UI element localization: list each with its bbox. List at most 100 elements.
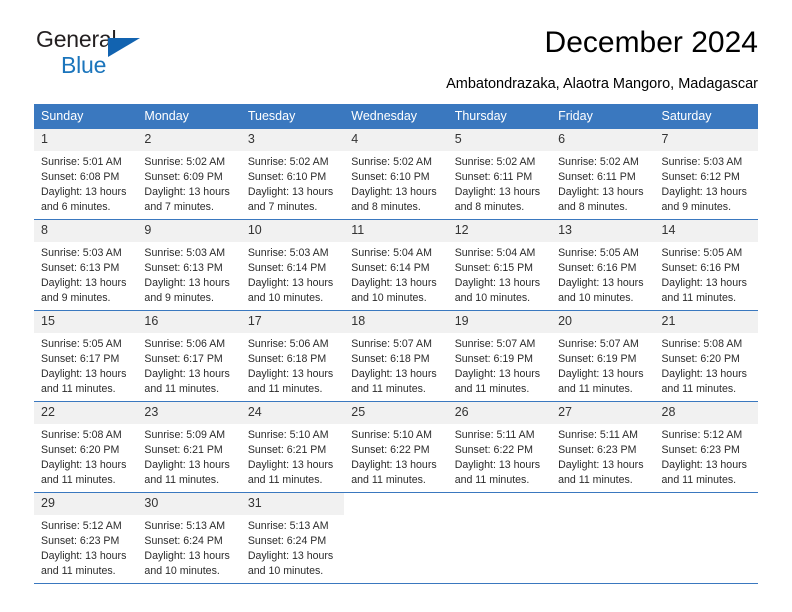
- day-number: 17: [240, 311, 345, 333]
- calendar-week-row: 8 Sunrise: 5:03 AM Sunset: 6:13 PM Daylight…: [34, 219, 758, 311]
- daylight-text-line1: Daylight: 13 hours: [144, 368, 230, 381]
- daylight-text-line1: Daylight: 13 hours: [558, 186, 644, 199]
- sunrise-text: Sunrise: 5:03 AM: [247, 247, 329, 259]
- calendar-cell-empty: [447, 492, 552, 584]
- weekday-header-thursday: Thursday: [447, 104, 552, 129]
- daylight-text-line1: Daylight: 13 hours: [558, 368, 644, 381]
- day-details: Sunrise: 5:06 AM Sunset: 6:18 PM Daylight:…: [241, 333, 344, 397]
- daylight-text-line2: and 11 minutes.: [144, 383, 220, 396]
- day-number: 19: [447, 311, 552, 333]
- day-details: Sunrise: 5:05 AM Sunset: 6:16 PM Daylight:…: [655, 242, 758, 306]
- day-cell-content[interactable]: 20 Sunrise: 5:07 AM Sunset: 6:19 PM Dayligh…: [551, 311, 655, 401]
- day-cell-content[interactable]: 4 Sunrise: 5:02 AM Sunset: 6:10 PM Daylight…: [344, 129, 448, 219]
- sunset-text: Sunset: 6:09 PM: [144, 171, 223, 184]
- daylight-text-line2: and 10 minutes.: [558, 292, 634, 305]
- day-cell-content[interactable]: 21 Sunrise: 5:08 AM Sunset: 6:20 PM Dayligh…: [654, 311, 758, 401]
- day-cell-content[interactable]: 17 Sunrise: 5:06 AM Sunset: 6:18 PM Dayligh…: [240, 311, 345, 401]
- day-cell-content[interactable]: 2 Sunrise: 5:02 AM Sunset: 6:09 PM Daylight…: [137, 129, 241, 219]
- day-details: Sunrise: 5:07 AM Sunset: 6:19 PM Daylight:…: [551, 333, 654, 397]
- day-number: 5: [447, 129, 552, 151]
- calendar-day-cell: 28 Sunrise: 5:12 AM Sunset: 6:23 PM Dayligh…: [654, 401, 758, 493]
- day-cell-content[interactable]: 31 Sunrise: 5:13 AM Sunset: 6:24 PM Dayligh…: [240, 493, 345, 583]
- day-cell-content[interactable]: 19 Sunrise: 5:07 AM Sunset: 6:19 PM Dayligh…: [447, 311, 552, 401]
- sunrise-text: Sunrise: 5:13 AM: [144, 520, 226, 532]
- daylight-text-line2: and 11 minutes.: [41, 565, 116, 578]
- sunrise-text: Sunrise: 5:09 AM: [144, 429, 226, 441]
- calendar-day-cell: 7 Sunrise: 5:03 AM Sunset: 6:12 PM Daylight…: [654, 128, 758, 220]
- daylight-text-line2: and 8 minutes.: [454, 201, 525, 214]
- day-cell-content[interactable]: 10 Sunrise: 5:03 AM Sunset: 6:14 PM Dayligh…: [240, 220, 345, 310]
- sunrise-text: Sunrise: 5:05 AM: [661, 247, 743, 259]
- day-number: 28: [654, 402, 758, 424]
- day-cell-content[interactable]: 13 Sunrise: 5:05 AM Sunset: 6:16 PM Dayligh…: [551, 220, 655, 310]
- day-number: 8: [34, 220, 138, 242]
- day-cell-content[interactable]: 28 Sunrise: 5:12 AM Sunset: 6:23 PM Dayligh…: [654, 402, 758, 492]
- day-cell-content[interactable]: 16 Sunrise: 5:06 AM Sunset: 6:17 PM Dayligh…: [137, 311, 241, 401]
- calendar-day-cell: 22 Sunrise: 5:08 AM Sunset: 6:20 PM Dayligh…: [34, 401, 138, 493]
- day-cell-content[interactable]: 5 Sunrise: 5:02 AM Sunset: 6:11 PM Daylight…: [447, 129, 552, 219]
- day-cell-content[interactable]: 15 Sunrise: 5:05 AM Sunset: 6:17 PM Dayligh…: [34, 311, 138, 401]
- day-details: Sunrise: 5:02 AM Sunset: 6:09 PM Daylight:…: [137, 151, 240, 215]
- daylight-text-line1: Daylight: 13 hours: [41, 459, 127, 472]
- sunrise-text: Sunrise: 5:07 AM: [454, 338, 536, 350]
- day-number: 30: [137, 493, 241, 515]
- sunrise-text: Sunrise: 5:03 AM: [661, 156, 743, 168]
- triangle-icon: [108, 38, 140, 57]
- day-cell-content[interactable]: 12 Sunrise: 5:04 AM Sunset: 6:15 PM Dayligh…: [447, 220, 552, 310]
- sunset-text: Sunset: 6:15 PM: [454, 262, 534, 275]
- day-details: Sunrise: 5:10 AM Sunset: 6:22 PM Daylight:…: [344, 424, 447, 488]
- calendar-day-cell: 5 Sunrise: 5:02 AM Sunset: 6:11 PM Daylight…: [447, 128, 552, 220]
- day-cell-content[interactable]: 25 Sunrise: 5:10 AM Sunset: 6:22 PM Dayligh…: [344, 402, 448, 492]
- sunset-text: Sunset: 6:12 PM: [661, 171, 740, 184]
- sunset-text: Sunset: 6:13 PM: [41, 262, 120, 275]
- daylight-text-line1: Daylight: 13 hours: [247, 277, 334, 290]
- day-cell-content[interactable]: 26 Sunrise: 5:11 AM Sunset: 6:22 PM Dayligh…: [447, 402, 552, 492]
- day-cell-content[interactable]: 24 Sunrise: 5:10 AM Sunset: 6:21 PM Dayligh…: [240, 402, 345, 492]
- sunrise-text: Sunrise: 5:02 AM: [247, 156, 329, 168]
- calendar-day-cell: 31 Sunrise: 5:13 AM Sunset: 6:24 PM Dayligh…: [240, 492, 345, 584]
- sunset-text: Sunset: 6:14 PM: [247, 262, 327, 275]
- sunset-text: Sunset: 6:08 PM: [41, 171, 120, 184]
- sunrise-text: Sunrise: 5:10 AM: [351, 429, 432, 441]
- day-details: Sunrise: 5:11 AM Sunset: 6:23 PM Daylight:…: [551, 424, 654, 488]
- sunset-text: Sunset: 6:19 PM: [558, 353, 637, 366]
- day-cell-content[interactable]: 18 Sunrise: 5:07 AM Sunset: 6:18 PM Dayligh…: [344, 311, 448, 401]
- day-details: Sunrise: 5:03 AM Sunset: 6:13 PM Daylight:…: [34, 242, 137, 306]
- empty-cell: [447, 493, 552, 583]
- daylight-text-line1: Daylight: 13 hours: [144, 186, 230, 199]
- day-number: 3: [240, 129, 345, 151]
- day-cell-content[interactable]: 6 Sunrise: 5:02 AM Sunset: 6:11 PM Daylight…: [551, 129, 655, 219]
- daylight-text-line1: Daylight: 13 hours: [351, 368, 437, 381]
- brand-logo[interactable]: General Blue: [36, 28, 166, 77]
- sunset-text: Sunset: 6:22 PM: [454, 444, 534, 457]
- sunrise-text: Sunrise: 5:01 AM: [41, 156, 122, 168]
- sunset-text: Sunset: 6:23 PM: [558, 444, 637, 457]
- calendar-page: General Blue December 2024 Ambatondrazak…: [0, 0, 792, 612]
- day-cell-content[interactable]: 30 Sunrise: 5:13 AM Sunset: 6:24 PM Dayligh…: [137, 493, 241, 583]
- day-cell-content[interactable]: 27 Sunrise: 5:11 AM Sunset: 6:23 PM Dayligh…: [551, 402, 655, 492]
- sunset-text: Sunset: 6:10 PM: [247, 171, 327, 184]
- day-details: Sunrise: 5:10 AM Sunset: 6:21 PM Daylight:…: [241, 424, 344, 488]
- day-cell-content[interactable]: 7 Sunrise: 5:03 AM Sunset: 6:12 PM Daylight…: [654, 129, 758, 219]
- day-cell-content[interactable]: 9 Sunrise: 5:03 AM Sunset: 6:13 PM Daylight…: [137, 220, 241, 310]
- daylight-text-line1: Daylight: 13 hours: [41, 186, 127, 199]
- day-cell-content[interactable]: 8 Sunrise: 5:03 AM Sunset: 6:13 PM Daylight…: [34, 220, 138, 310]
- calendar-day-cell: 10 Sunrise: 5:03 AM Sunset: 6:14 PM Dayligh…: [240, 219, 345, 311]
- sunset-text: Sunset: 6:24 PM: [247, 535, 327, 548]
- day-cell-content[interactable]: 23 Sunrise: 5:09 AM Sunset: 6:21 PM Dayligh…: [137, 402, 241, 492]
- day-cell-content[interactable]: 1 Sunrise: 5:01 AM Sunset: 6:08 PM Daylight…: [34, 129, 138, 219]
- day-cell-content[interactable]: 14 Sunrise: 5:05 AM Sunset: 6:16 PM Dayligh…: [654, 220, 758, 310]
- day-cell-content[interactable]: 3 Sunrise: 5:02 AM Sunset: 6:10 PM Daylight…: [240, 129, 345, 219]
- sunrise-text: Sunrise: 5:03 AM: [41, 247, 122, 259]
- daylight-text-line1: Daylight: 13 hours: [247, 368, 334, 381]
- day-cell-content[interactable]: 11 Sunrise: 5:04 AM Sunset: 6:14 PM Dayligh…: [344, 220, 448, 310]
- calendar-day-cell: 14 Sunrise: 5:05 AM Sunset: 6:16 PM Dayligh…: [654, 219, 758, 311]
- day-cell-content[interactable]: 29 Sunrise: 5:12 AM Sunset: 6:23 PM Dayligh…: [34, 493, 138, 583]
- sunset-text: Sunset: 6:11 PM: [454, 171, 533, 184]
- sunset-text: Sunset: 6:24 PM: [144, 535, 223, 548]
- daylight-text-line2: and 11 minutes.: [454, 383, 530, 396]
- day-cell-content[interactable]: 22 Sunrise: 5:08 AM Sunset: 6:20 PM Dayligh…: [34, 402, 138, 492]
- sunrise-text: Sunrise: 5:04 AM: [454, 247, 536, 259]
- daylight-text-line2: and 7 minutes.: [144, 201, 214, 214]
- calendar-day-cell: 18 Sunrise: 5:07 AM Sunset: 6:18 PM Dayligh…: [344, 310, 448, 402]
